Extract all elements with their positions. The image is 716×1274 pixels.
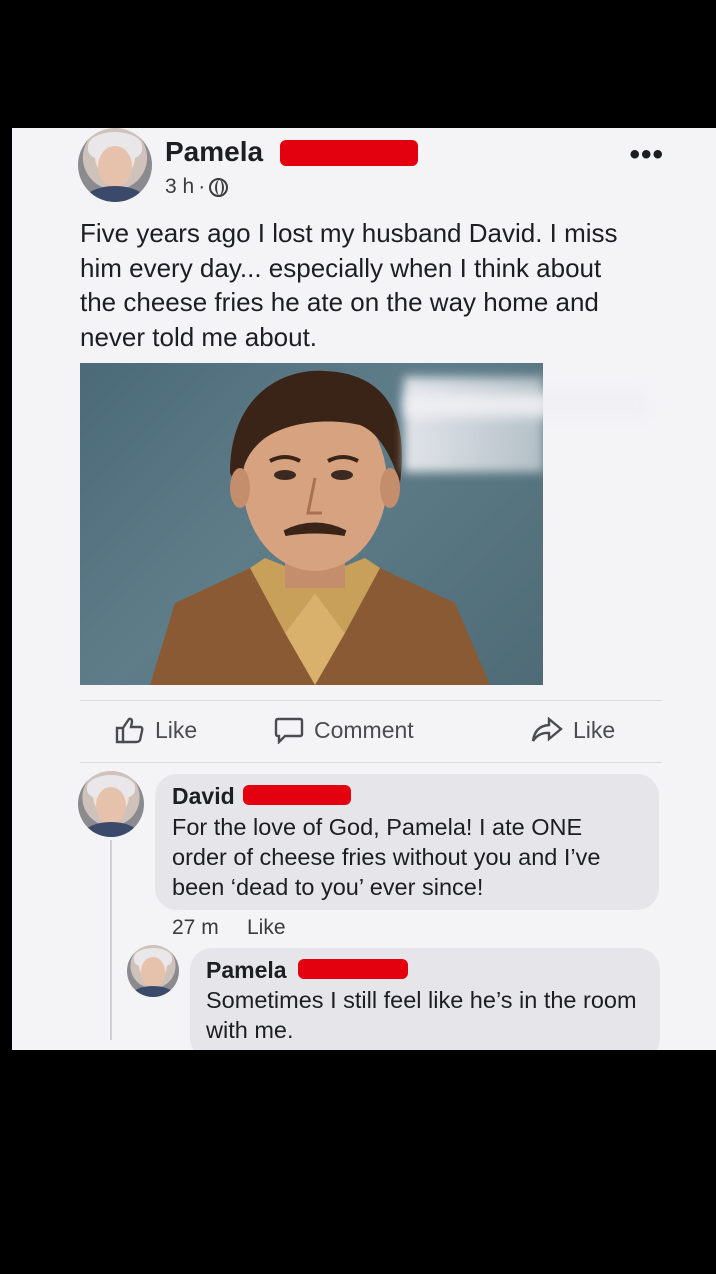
post-author-name[interactable]: Pamela <box>165 136 263 168</box>
blurred-area <box>405 393 645 417</box>
redaction-bar <box>280 140 418 166</box>
comment-button[interactable]: Comment <box>274 716 414 744</box>
like-label: Like <box>155 716 198 743</box>
reply-avatar[interactable] <box>127 945 179 997</box>
reply-text: Sometimes I still feel like he’s in the … <box>206 987 637 1043</box>
post-time[interactable]: 3 h <box>165 175 194 199</box>
like-button[interactable]: Like <box>115 716 197 744</box>
divider <box>80 762 662 763</box>
share-button[interactable]: Like <box>531 716 615 744</box>
more-options-button[interactable]: ••• <box>629 138 664 172</box>
comment-time[interactable]: 27 m <box>172 916 219 940</box>
comment-label: Comment <box>314 716 414 743</box>
redaction-bar <box>243 785 351 805</box>
divider <box>80 700 662 701</box>
comment-author-name[interactable]: David <box>172 783 235 810</box>
share-label: Like <box>573 716 616 743</box>
blurred-area <box>404 377 543 472</box>
thumbs-up-icon <box>115 717 144 744</box>
comment-like-button[interactable]: Like <box>247 916 286 940</box>
meta-separator: · <box>198 175 206 198</box>
post-card: Pamela 3 h · ••• Five years ago I lost m… <box>12 128 716 1050</box>
commenter-avatar[interactable] <box>78 771 144 837</box>
globe-icon <box>209 177 229 197</box>
post-text: Five years ago I lost my husband David. … <box>80 218 618 352</box>
reply-author-name[interactable]: Pamela <box>206 957 287 984</box>
comment-icon <box>274 717 304 744</box>
post-meta: 3 h · <box>165 175 229 199</box>
comment-text: For the love of God, Pamela! I ate ONE o… <box>172 814 601 900</box>
author-avatar[interactable] <box>78 128 152 202</box>
thread-line <box>110 840 112 1040</box>
share-icon <box>531 716 563 742</box>
redaction-bar <box>298 959 408 979</box>
